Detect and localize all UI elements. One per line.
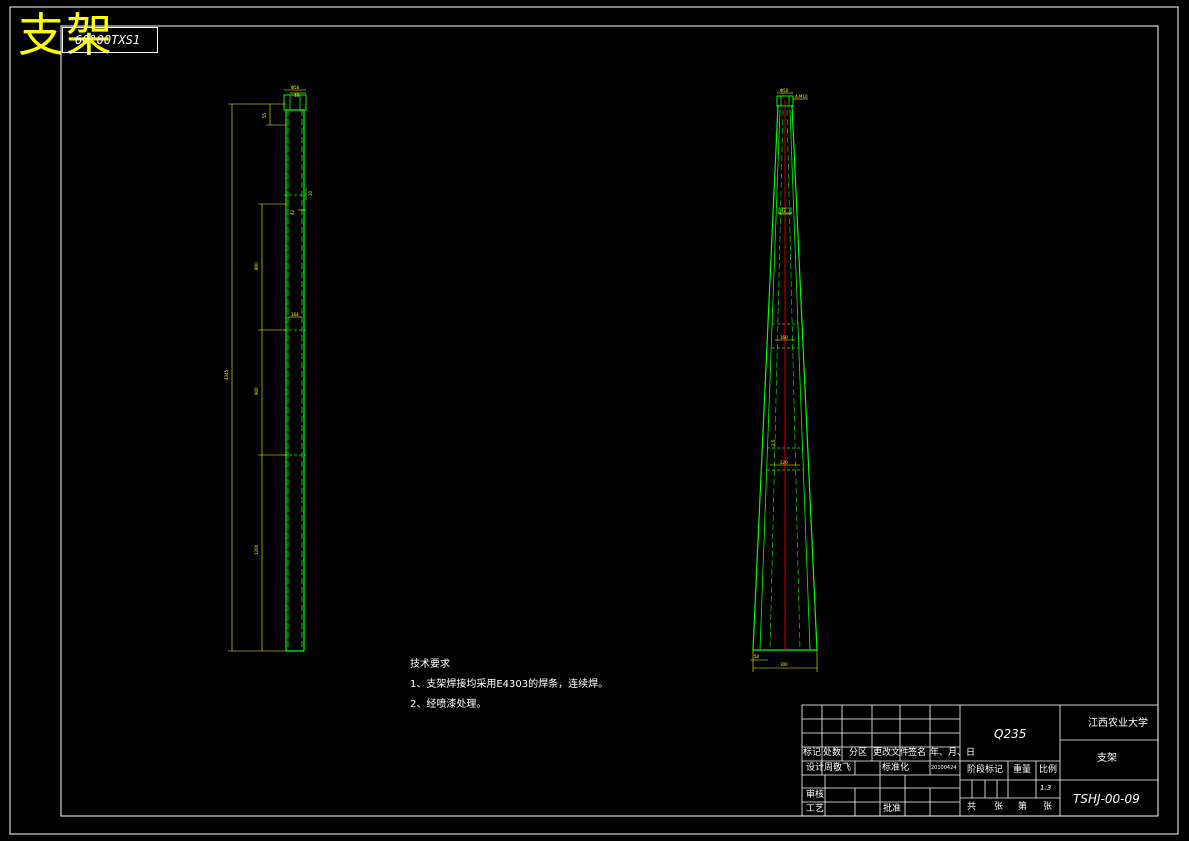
svg-text:4345: 4345 (224, 369, 229, 380)
tb-scale-value: 1:3 (1040, 784, 1052, 792)
svg-text:42: 42 (781, 208, 787, 213)
svg-text:800: 800 (254, 262, 259, 270)
tb-sheets: 张 (994, 802, 1004, 812)
svg-text:1200: 1200 (254, 544, 259, 555)
tb-sheet-no: 第 (1018, 802, 1028, 812)
tb-standardize: 标准化 (882, 763, 910, 773)
tb-sheet: 张 (1043, 802, 1053, 812)
svg-text:10: 10 (308, 190, 313, 196)
tb-scale: 比例 (1039, 765, 1058, 775)
svg-text:160: 160 (780, 335, 788, 340)
tb-total: 共 (967, 802, 977, 812)
svg-text:220: 220 (780, 460, 788, 465)
part-name: 支架 (1097, 753, 1117, 764)
tb-review: 审核 (806, 790, 825, 800)
svg-text:900: 900 (254, 387, 259, 395)
note-item: 2、经喷漆处理。 (410, 699, 487, 710)
tb-date: 年、月、日 (930, 748, 976, 758)
tb-approve: 批准 (883, 804, 902, 814)
tb-sign-date: 20100424 (931, 765, 957, 771)
material-label: Q235 (994, 727, 1027, 741)
tb-design: 设计 (806, 763, 825, 773)
svg-text:48: 48 (294, 93, 300, 98)
tb-zone: 分区 (849, 748, 868, 758)
svg-text:2.5: 2.5 (771, 439, 776, 446)
svg-text:Φ50: Φ50 (780, 88, 789, 93)
technical-notes: 技术要求 1、支架焊接均采用E4303的焊条，连续焊。 2、经喷漆处理。 (410, 655, 608, 715)
front-view: Φ50 4-M10 42 160 220 2.5 300 50 (750, 88, 818, 672)
svg-text:42: 42 (290, 209, 295, 215)
tb-signature: 签名 (908, 748, 927, 758)
svg-text:300: 300 (780, 662, 788, 667)
tb-designer: 周敬飞 (824, 763, 852, 773)
drawing-number: 60°00TXS1 (75, 33, 141, 47)
drawing-code: TSHJ-00-09 (1073, 792, 1140, 806)
school-name: 江西农业大学 (1088, 718, 1148, 729)
tb-weight: 重量 (1013, 765, 1032, 775)
inner-frame (60, 25, 1159, 817)
svg-text:164: 164 (291, 312, 299, 317)
svg-text:55: 55 (262, 112, 267, 118)
svg-text:50: 50 (754, 654, 760, 659)
svg-text:Φ50: Φ50 (291, 85, 300, 90)
tb-process: 工艺 (806, 804, 825, 814)
notes-heading: 技术要求 (410, 659, 450, 670)
tb-count: 处数 (823, 748, 842, 758)
svg-text:4-M10: 4-M10 (795, 94, 808, 99)
note-item: 1、支架焊接均采用E4303的焊条，连续焊。 (410, 679, 609, 690)
tb-change-doc: 更改文件 (873, 748, 910, 758)
tb-stage-mark: 阶段标记 (967, 765, 1004, 775)
side-view: 4345 800 900 1200 55 Φ50 48 164 42 10 (224, 85, 313, 652)
drawing-number-box: 60°00TXS1 (62, 27, 158, 53)
tb-mark: 标记 (803, 748, 822, 758)
